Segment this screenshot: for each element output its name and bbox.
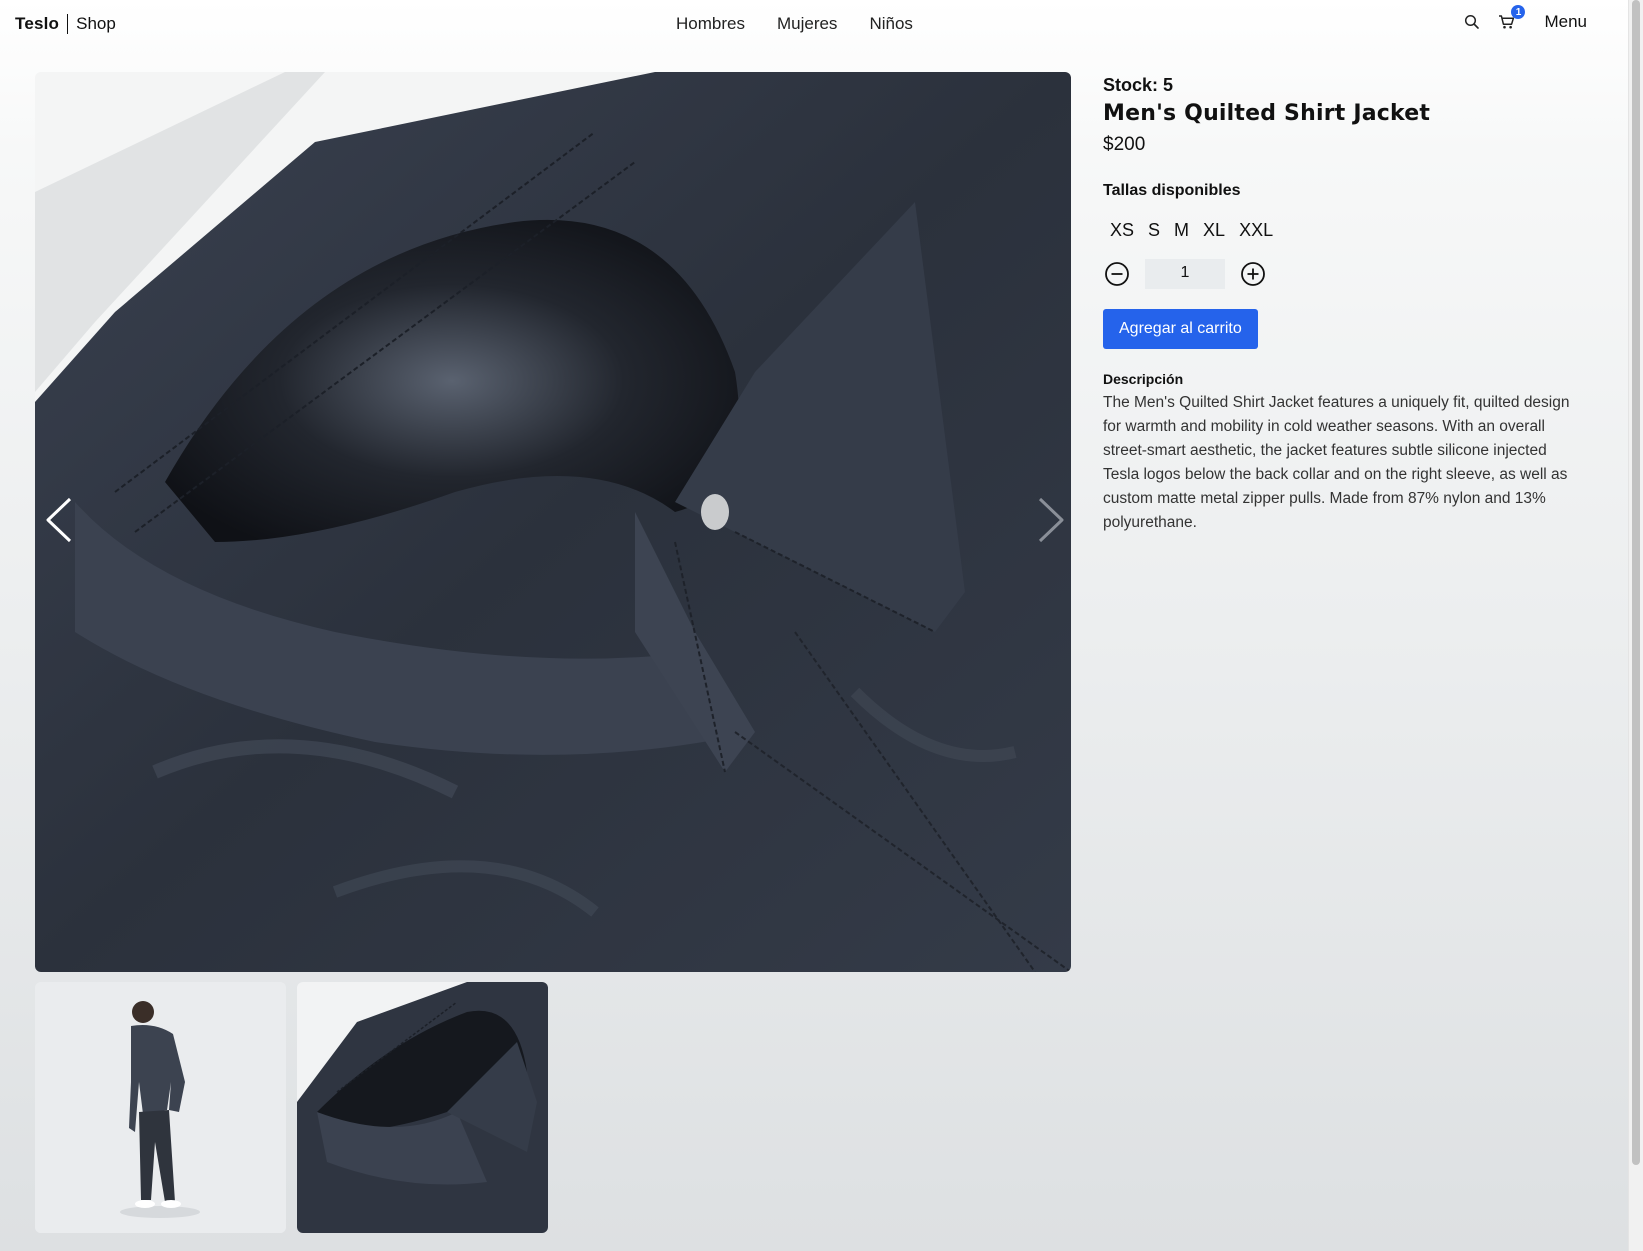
brand-logo[interactable]: Teslo Shop <box>15 14 116 34</box>
brand-name: Teslo <box>15 14 60 33</box>
thumbnail-model[interactable] <box>35 982 286 1233</box>
scrollbar-thumb[interactable] <box>1632 0 1640 1165</box>
size-selector: XS S M XL XXL <box>1103 216 1583 245</box>
category-nav: Hombres Mujeres Niños <box>676 14 913 34</box>
size-option-xs[interactable]: XS <box>1103 216 1141 245</box>
top-navbar: Teslo Shop Hombres Mujeres Niños 1 Menu <box>0 0 1629 48</box>
quantity-value: 1 <box>1145 259 1225 289</box>
cart-icon[interactable]: 1 <box>1496 5 1526 32</box>
header-tools: 1 Menu <box>1462 5 1587 32</box>
sizes-heading: Tallas disponibles <box>1103 182 1241 199</box>
carousel-prev-arrow[interactable] <box>40 495 80 545</box>
nav-link-mujeres[interactable]: Mujeres <box>777 14 837 34</box>
search-icon[interactable] <box>1462 12 1482 32</box>
carousel-next-arrow[interactable] <box>1030 495 1070 545</box>
product-title: Men's Quilted Shirt Jacket <box>1103 101 1431 126</box>
menu-button[interactable]: Menu <box>1544 12 1587 32</box>
nav-link-hombres[interactable]: Hombres <box>676 14 745 34</box>
description-heading: Descripción <box>1103 371 1184 387</box>
size-option-xl[interactable]: XL <box>1196 216 1232 245</box>
brand-subtitle: Shop <box>76 14 116 33</box>
size-option-m[interactable]: M <box>1167 216 1196 245</box>
quantity-stepper: 1 <box>1103 259 1583 289</box>
page-scrollbar[interactable] <box>1628 0 1643 1251</box>
size-option-xxl[interactable]: XXL <box>1232 216 1280 245</box>
product-price: $200 <box>1103 134 1146 155</box>
cart-count-badge: 1 <box>1511 5 1526 19</box>
product-description: The Men's Quilted Shirt Jacket features … <box>1103 394 1570 531</box>
plus-circle-icon[interactable] <box>1239 260 1267 288</box>
brand-divider <box>67 14 69 34</box>
product-detail: Stock: 5 Men's Quilted Shirt Jacket $200… <box>1103 74 1583 535</box>
minus-circle-icon[interactable] <box>1103 260 1131 288</box>
add-to-cart-button[interactable]: Agregar al carrito <box>1103 309 1258 349</box>
thumbnail-collar[interactable] <box>297 982 548 1233</box>
product-main-image[interactable] <box>35 72 1071 972</box>
nav-link-ninos[interactable]: Niños <box>869 14 912 34</box>
stock-label: Stock: 5 <box>1103 75 1174 95</box>
size-option-s[interactable]: S <box>1141 216 1167 245</box>
